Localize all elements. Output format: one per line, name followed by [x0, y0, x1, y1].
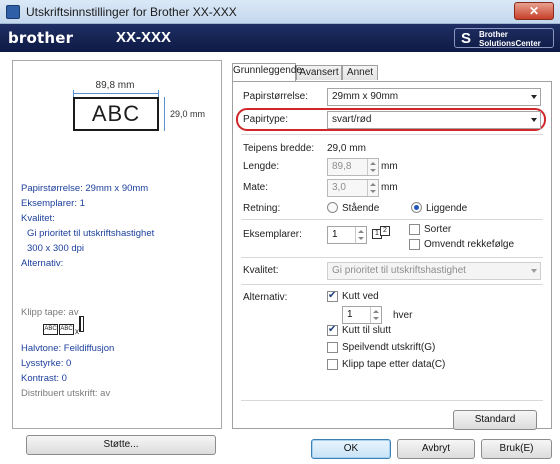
option-label: Alternativ: — [243, 292, 288, 303]
printer-app-icon — [6, 5, 20, 19]
separator — [241, 219, 543, 220]
spinner-arrows-icon[interactable] — [355, 227, 366, 243]
title-bar: Utskriftsinnstillinger for Brother XX-XX… — [0, 0, 560, 24]
separator — [241, 134, 543, 135]
cut-after-data-checkbox[interactable] — [327, 359, 338, 370]
summary-resolution: 300 x 300 dpi — [27, 243, 85, 254]
length-unit: mm — [381, 161, 398, 172]
preview-width-label: 89,8 mm — [95, 80, 135, 91]
width-dimension-line — [73, 90, 159, 97]
reverse-order-label[interactable]: Omvendt rekkefølge — [424, 239, 514, 250]
summary-paper-size: Papirstørrelse: 29mm x 90mm — [21, 183, 149, 194]
copies-spinner[interactable]: 1 — [327, 226, 367, 244]
ok-button[interactable]: OK — [311, 439, 391, 459]
feed-label: Mate: — [243, 182, 269, 193]
mirror-print-checkbox[interactable] — [327, 342, 338, 353]
tab-advanced[interactable]: Avansert — [296, 65, 342, 80]
solutions-swirl-icon: S — [461, 30, 472, 47]
spinner-arrows-icon[interactable] — [367, 159, 378, 175]
label-preview: ABC — [73, 97, 159, 131]
spinner-arrows-icon[interactable] — [370, 307, 381, 323]
cut-after-data-label[interactable]: Klipp tape etter data(C) — [342, 359, 445, 370]
summary-contrast: Kontrast: 0 — [21, 373, 67, 384]
support-button[interactable]: Støtte... — [26, 435, 216, 455]
copies-label: Eksemplarer: — [243, 229, 302, 240]
apply-button[interactable]: Bruk(E) — [481, 439, 552, 459]
summary-distributed: Distribuert utskrift: av — [21, 388, 111, 399]
brand-bar: brother XX-XXX S Brother SolutionsCenter — [0, 24, 560, 52]
tape-width-label: Teipens bredde: — [243, 143, 315, 154]
landscape-label[interactable]: Liggende — [426, 203, 467, 214]
brother-logo: brother — [8, 29, 74, 47]
cut-every-label[interactable]: Kutt ved — [342, 291, 379, 302]
landscape-radio[interactable] — [411, 202, 422, 213]
cut-at-end-checkbox[interactable] — [327, 324, 338, 336]
reverse-order-checkbox[interactable] — [409, 239, 420, 250]
collate-icon: 12 — [372, 226, 392, 239]
preview-height-label: 29,0 mm — [170, 109, 206, 119]
summary-option-head: Alternativ: — [21, 258, 64, 269]
chevron-down-icon — [531, 95, 537, 99]
portrait-radio[interactable] — [327, 202, 338, 213]
tab-other[interactable]: Annet — [342, 65, 378, 80]
summary-quality-value: Gi prioritet til utskriftshastighet — [27, 228, 155, 239]
quality-label: Kvalitet: — [243, 265, 279, 276]
solutions-center-button[interactable]: S Brother SolutionsCenter — [454, 28, 554, 48]
paper-size-select[interactable]: 29mm x 90mm — [327, 88, 541, 106]
separator — [241, 284, 543, 285]
chevron-down-icon — [531, 118, 537, 122]
cancel-button[interactable]: Avbryt — [397, 439, 475, 459]
solutions-line1: Brother — [479, 30, 508, 39]
length-label: Lengde: — [243, 161, 280, 172]
cut-at-end-label[interactable]: Kutt til slutt — [342, 325, 391, 336]
summary-copies: Eksemplarer: 1 — [21, 198, 85, 209]
quality-select[interactable]: Gi prioritet til utskriftshastighet — [327, 262, 541, 280]
orientation-label: Retning: — [243, 203, 281, 214]
default-button[interactable]: Standard — [453, 410, 537, 430]
sort-checkbox[interactable] — [409, 224, 420, 235]
feed-spinner[interactable]: 3,0 — [327, 179, 379, 197]
close-button[interactable]: ✕ — [514, 2, 554, 20]
window-title: Utskriftsinnstillinger for Brother XX-XX… — [26, 5, 237, 19]
preview-panel: 89,8 mm ABC 29,0 mm Papirstørrelse: 29mm… — [12, 60, 222, 429]
mirror-print-label[interactable]: Speilvendt utskrift(G) — [342, 342, 435, 353]
summary-quality-head: Kvalitet: — [21, 213, 55, 224]
summary-brightness: Lysstyrke: 0 — [21, 358, 72, 369]
model-name: XX-XXX — [116, 29, 172, 46]
sort-label[interactable]: Sorter — [424, 224, 451, 235]
portrait-label[interactable]: Stående — [342, 203, 379, 214]
height-dimension-line — [164, 97, 165, 131]
feed-unit: mm — [381, 182, 398, 193]
paper-type-label: Papirtype: — [243, 114, 289, 125]
cut-every-spinner[interactable]: 1 — [342, 306, 382, 324]
separator — [241, 400, 543, 401]
summary-halftone: Halvtone: Feildiffusjon — [21, 343, 115, 354]
basic-tab-panel: Papirstørrelse: 29mm x 90mm Papirtype: s… — [232, 81, 552, 430]
length-spinner[interactable]: 89,8 — [327, 158, 379, 176]
spinner-arrows-icon[interactable] — [367, 180, 378, 196]
cut-every-checkbox[interactable] — [327, 290, 338, 302]
separator — [241, 257, 543, 258]
summary-cut-tape: Klipp tape: av — [21, 307, 79, 318]
tape-width-value: 29,0 mm — [327, 143, 366, 154]
solutions-line2: SolutionsCenter — [479, 39, 541, 48]
chevron-down-icon — [531, 269, 537, 273]
cut-every-unit: hver — [393, 310, 413, 321]
paper-size-label: Papirstørrelse: — [243, 91, 309, 102]
paper-type-select[interactable]: svart/rød — [327, 111, 541, 129]
tab-basic[interactable]: Grunnleggende — [232, 63, 302, 81]
